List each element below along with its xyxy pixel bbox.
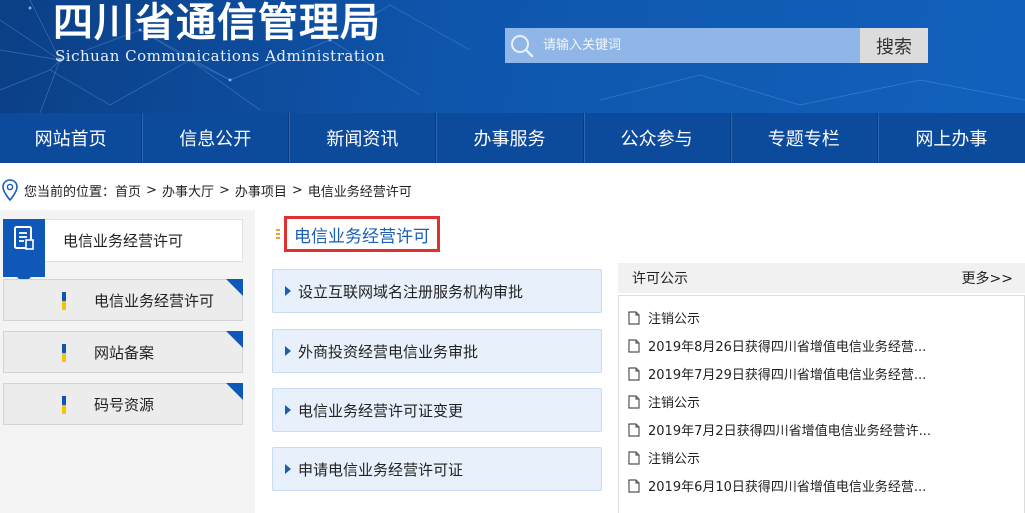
document-icon <box>628 422 640 437</box>
content-title-wrap: 电信业务经营许可 <box>276 216 440 252</box>
title-marker-icon <box>276 229 280 239</box>
breadcrumb-prefix: 您当前的位置： <box>24 184 116 200</box>
triangle-right-icon <box>285 346 291 356</box>
service-label: 外商投资经营电信业务审批 <box>298 342 479 361</box>
nav-item-news[interactable]: 新闻资讯 <box>289 113 437 163</box>
breadcrumb-separator: > <box>146 182 157 198</box>
sidebar-heading: 电信业务经营许可 <box>63 232 184 250</box>
notice-item[interactable]: 2019年6月10日获得四川省增值电信业务经营... <box>628 476 926 495</box>
notice-item[interactable]: 注销公示 <box>628 392 700 411</box>
breadcrumb-separator: > <box>218 182 230 198</box>
search-icon <box>505 28 539 63</box>
notice-list: 注销公示 2019年8月26日获得四川省增值电信业务经营... 2019年7月2… <box>618 295 1025 513</box>
document-icon <box>628 338 640 353</box>
corner-triangle-icon <box>226 383 243 400</box>
sidebar-item-number-resources[interactable]: 码号资源 <box>3 383 243 425</box>
nav-item-special-topics[interactable]: 专题专栏 <box>731 113 878 163</box>
notice-item[interactable]: 注销公示 <box>628 448 700 467</box>
site-header: 四川省通信管理局 Sichuan Communications Administ… <box>0 0 1025 113</box>
nav-item-services[interactable]: 办事服务 <box>436 113 584 163</box>
service-label: 电信业务经营许可证变更 <box>298 401 464 420</box>
notice-item[interactable]: 2019年8月26日获得四川省增值电信业务经营... <box>628 336 926 355</box>
site-title: 四川省通信管理局 <box>53 0 381 46</box>
sidebar-item-marker <box>62 344 66 362</box>
notice-title: 许可公示 <box>632 271 688 287</box>
nav-item-home[interactable]: 网站首页 <box>0 113 143 163</box>
service-license-change[interactable]: 电信业务经营许可证变更 <box>272 388 602 432</box>
nav-item-info-disclosure[interactable]: 信息公开 <box>142 113 290 163</box>
sidebar-item-website-filing[interactable]: 网站备案 <box>3 331 243 373</box>
corner-triangle-icon <box>226 279 243 296</box>
search-box <box>505 28 860 63</box>
document-icon <box>628 478 640 493</box>
site-subtitle: Sichuan Communications Administration <box>55 47 386 65</box>
document-icon <box>628 310 640 325</box>
notice-item[interactable]: 注销公示 <box>628 308 700 327</box>
notice-header: 许可公示 更多>> <box>618 263 1025 293</box>
breadcrumb-service-hall[interactable]: 办事大厅 <box>162 181 214 200</box>
service-license-application[interactable]: 申请电信业务经营许可证 <box>272 447 602 491</box>
left-sidebar: 电信业务经营许可 电信业务经营许可 网站备案 码号资源 <box>0 210 255 513</box>
sidebar-item-marker <box>62 396 66 414</box>
breadcrumb: 您当前的位置： 首页 > 办事大厅 > 办事项目 > 电信业务经营许可 <box>0 178 412 202</box>
service-foreign-investment-approval[interactable]: 外商投资经营电信业务审批 <box>272 329 602 373</box>
search-button[interactable]: 搜索 <box>860 28 928 63</box>
document-list-icon <box>13 225 35 255</box>
search-input[interactable] <box>539 28 860 63</box>
sidebar-item-label: 网站备案 <box>94 343 155 362</box>
breadcrumb-service-items[interactable]: 办事项目 <box>235 181 287 200</box>
notice-item[interactable]: 2019年7月29日获得四川省增值电信业务经营... <box>628 364 926 383</box>
breadcrumb-home[interactable]: 首页 <box>115 181 141 200</box>
sidebar-item-telecom-license[interactable]: 电信业务经营许可 <box>3 279 243 321</box>
sidebar-item-marker <box>62 292 66 310</box>
breadcrumb-separator: > <box>291 182 303 198</box>
triangle-right-icon <box>285 405 291 415</box>
breadcrumb-current: 电信业务经营许可 <box>307 184 412 200</box>
triangle-right-icon <box>285 464 291 474</box>
nav-item-public-participation[interactable]: 公众参与 <box>584 113 731 163</box>
sidebar-item-label: 电信业务经营许可 <box>94 291 215 310</box>
triangle-right-icon <box>285 286 291 296</box>
notice-item[interactable]: 2019年7月2日获得四川省增值电信业务经营许... <box>628 420 931 439</box>
main-nav: 网站首页 信息公开 新闻资讯 办事服务 公众参与 专题专栏 网上办事 <box>0 113 1025 163</box>
notice-more-link[interactable]: 更多>> <box>962 268 1013 288</box>
sidebar-item-label: 码号资源 <box>94 395 155 414</box>
license-notice-panel: 许可公示 更多>> 注销公示 2019年8月26日获得四川省增值电信业务经营..… <box>618 263 1025 513</box>
corner-triangle-icon <box>226 331 243 348</box>
document-icon <box>628 394 640 409</box>
nav-item-online-services[interactable]: 网上办事 <box>878 113 1025 163</box>
service-label: 申请电信业务经营许可证 <box>298 460 464 479</box>
service-domain-registration-approval[interactable]: 设立互联网域名注册服务机构审批 <box>272 269 602 313</box>
location-pin-icon <box>2 179 18 201</box>
document-icon <box>628 450 640 465</box>
page-title: 电信业务经营许可 <box>284 216 440 252</box>
document-icon <box>628 366 640 381</box>
sidebar-heading-icon-box <box>3 219 45 284</box>
service-label: 设立互联网域名注册服务机构审批 <box>298 282 524 301</box>
